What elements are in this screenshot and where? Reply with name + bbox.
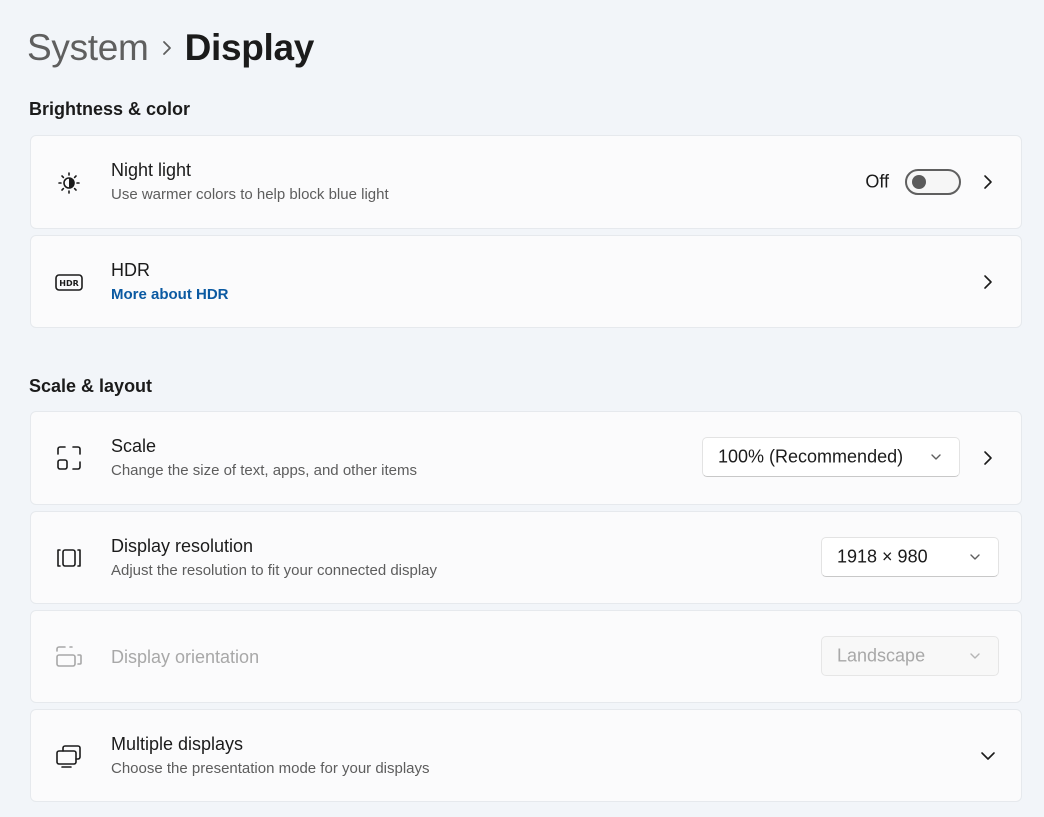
page-title: Display [184, 27, 315, 68]
section-title-brightness: Brightness & color [29, 99, 191, 119]
multiple-displays-title: Multiple displays [111, 733, 244, 754]
resolution-icon [53, 542, 85, 574]
orientation-card: Display orientation Landscape [30, 610, 1022, 703]
chevron-right-icon[interactable] [979, 173, 997, 191]
hdr-card[interactable]: HDR HDR More about HDR [30, 235, 1022, 328]
multiple-displays-card[interactable]: Multiple displays Choose the presentatio… [30, 709, 1022, 802]
chevron-down-icon [929, 450, 943, 464]
scale-dropdown-value: 100% (Recommended) [718, 446, 904, 467]
scale-dropdown[interactable]: 100% (Recommended) [702, 437, 960, 477]
scale-card[interactable]: Scale Change the size of text, apps, and… [30, 411, 1022, 505]
orientation-icon [53, 641, 85, 673]
chevron-right-icon[interactable] [979, 449, 997, 467]
resolution-title: Display resolution [111, 535, 254, 556]
resolution-dropdown-value: 1918 × 980 [837, 546, 928, 566]
scale-subtitle: Change the size of text, apps, and other… [111, 462, 418, 479]
svg-text:HDR: HDR [59, 279, 79, 288]
hdr-title: HDR [111, 259, 150, 280]
orientation-dropdown: Landscape [821, 635, 999, 676]
night-light-state-label: Off [865, 171, 889, 192]
night-light-title: Night light [111, 160, 192, 180]
hdr-icon: HDR [53, 266, 85, 298]
resolution-card[interactable]: Display resolution Adjust the resolution… [30, 511, 1022, 604]
night-light-card[interactable]: Night light Use warmer colors to help bl… [30, 135, 1022, 229]
chevron-down-icon[interactable] [979, 747, 997, 765]
resolution-dropdown[interactable]: 1918 × 980 [821, 536, 999, 577]
night-light-toggle[interactable] [905, 169, 961, 195]
breadcrumb-separator-icon [149, 24, 185, 72]
toggle-knob [912, 175, 926, 189]
orientation-dropdown-value: Landscape [837, 645, 926, 665]
chevron-down-icon [968, 649, 982, 663]
multiple-displays-subtitle: Choose the presentation mode for your di… [111, 759, 430, 777]
multiple-displays-icon [53, 740, 85, 772]
orientation-title: Display orientation [111, 646, 260, 667]
section-title-scale-layout: Scale & layout [29, 376, 153, 396]
resolution-subtitle: Adjust the resolution to fit your connec… [111, 561, 438, 579]
scale-title: Scale [111, 436, 157, 456]
chevron-down-icon [968, 550, 982, 564]
hdr-more-link[interactable]: More about HDR [111, 285, 229, 305]
breadcrumb: System Display [27, 24, 314, 72]
brightness-icon [53, 166, 85, 198]
breadcrumb-system[interactable]: System [27, 27, 149, 69]
scale-icon [53, 442, 85, 474]
night-light-subtitle: Use warmer colors to help block blue lig… [111, 186, 389, 203]
chevron-right-icon[interactable] [979, 273, 997, 291]
